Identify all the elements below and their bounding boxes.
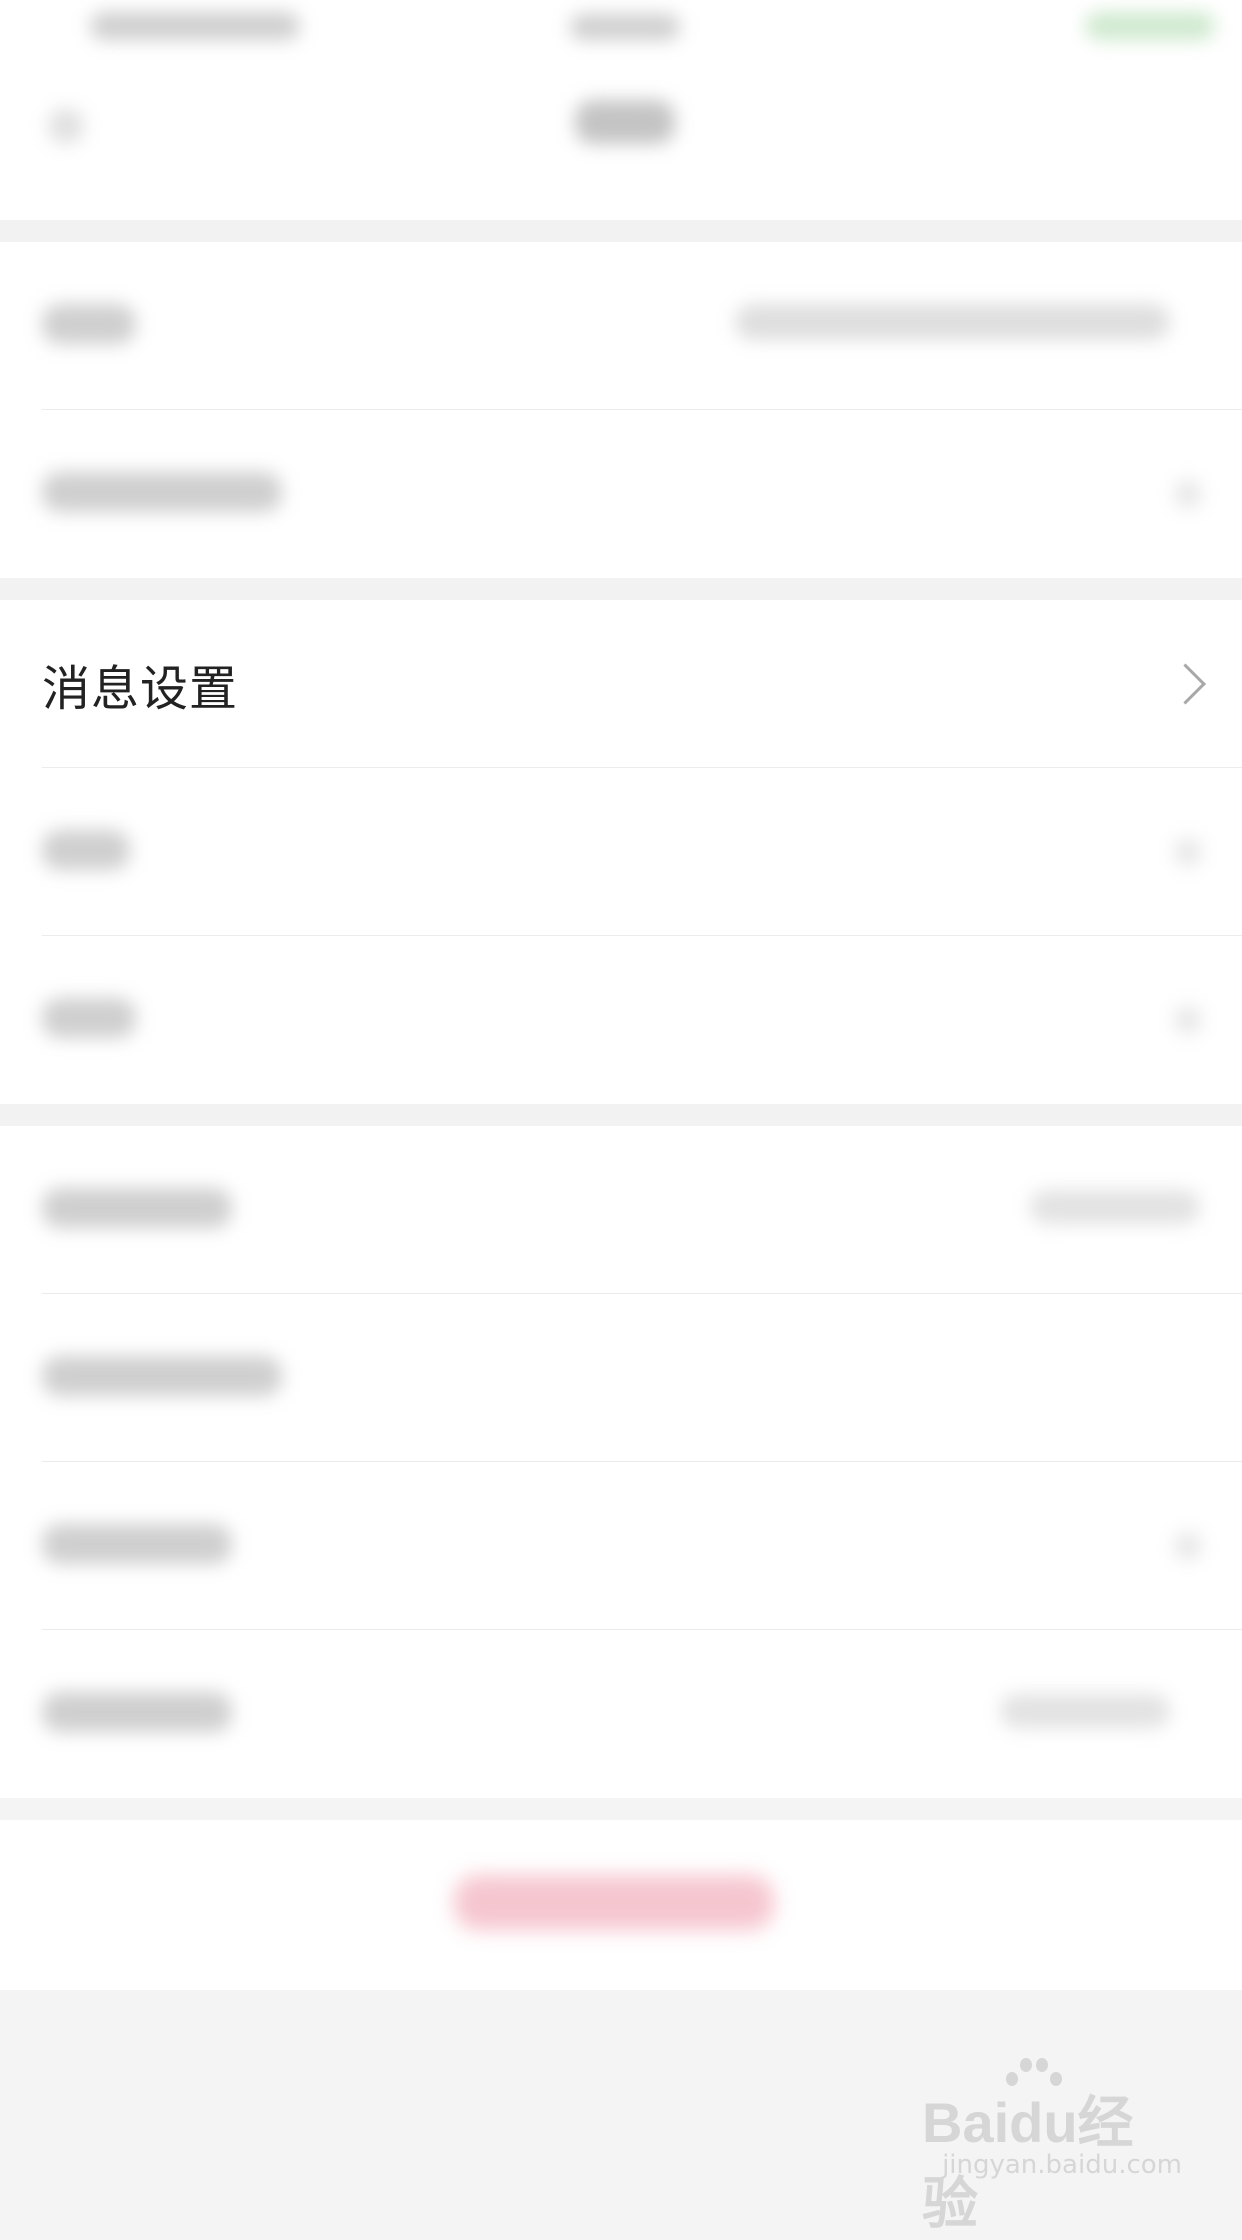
row-value xyxy=(1000,1694,1170,1728)
navigation-bar xyxy=(0,60,1242,220)
row-value xyxy=(735,304,1170,340)
logout-section xyxy=(0,1820,1242,1990)
row-label xyxy=(42,998,136,1038)
logout-button[interactable] xyxy=(454,1875,774,1930)
settings-section-other xyxy=(0,1126,1242,1798)
chevron-right-icon xyxy=(1175,1006,1201,1034)
settings-row-6[interactable] xyxy=(0,1126,1242,1294)
settings-row-9[interactable] xyxy=(0,1630,1242,1798)
logout-button-fill xyxy=(454,1875,774,1930)
chevron-right-icon xyxy=(1175,480,1201,508)
section-gap xyxy=(0,578,1242,600)
section-gap xyxy=(0,1104,1242,1126)
watermark-url: jingyan.baidu.com xyxy=(942,2150,1182,2180)
settings-row-7[interactable] xyxy=(0,1294,1242,1462)
row-label xyxy=(42,304,136,344)
back-icon[interactable] xyxy=(48,108,84,144)
settings-row-4[interactable] xyxy=(0,768,1242,936)
row-label xyxy=(42,1356,282,1396)
row-label xyxy=(42,1524,232,1564)
settings-row-message-settings[interactable]: 消息设置 xyxy=(0,600,1242,768)
battery-icon xyxy=(1085,12,1215,40)
settings-row-5[interactable] xyxy=(0,936,1242,1104)
settings-row-8[interactable] xyxy=(0,1462,1242,1630)
row-value xyxy=(1030,1190,1200,1224)
row-label xyxy=(42,1188,232,1228)
settings-section-general: 消息设置 xyxy=(0,600,1242,1104)
baidu-jingyan-watermark: Baidu经验 jingyan.baidu.com xyxy=(922,2058,1182,2235)
carrier-indicator xyxy=(90,12,300,40)
clock xyxy=(570,14,680,40)
chevron-right-icon xyxy=(1164,663,1207,705)
settings-row-1[interactable] xyxy=(0,242,1242,410)
page-title xyxy=(575,100,675,144)
chevron-right-icon xyxy=(1175,838,1201,866)
row-label xyxy=(42,830,130,870)
chevron-right-icon xyxy=(1175,1532,1201,1560)
row-label xyxy=(42,472,282,512)
settings-screen: 消息设置 Baidu经验 jingyan.baidu.com xyxy=(0,0,1242,2235)
status-bar xyxy=(0,0,1242,60)
row-label xyxy=(42,1692,232,1732)
settings-section-account xyxy=(0,242,1242,578)
message-settings-label: 消息设置 xyxy=(42,661,239,717)
nav-divider xyxy=(0,220,1242,242)
settings-row-2[interactable] xyxy=(0,410,1242,578)
